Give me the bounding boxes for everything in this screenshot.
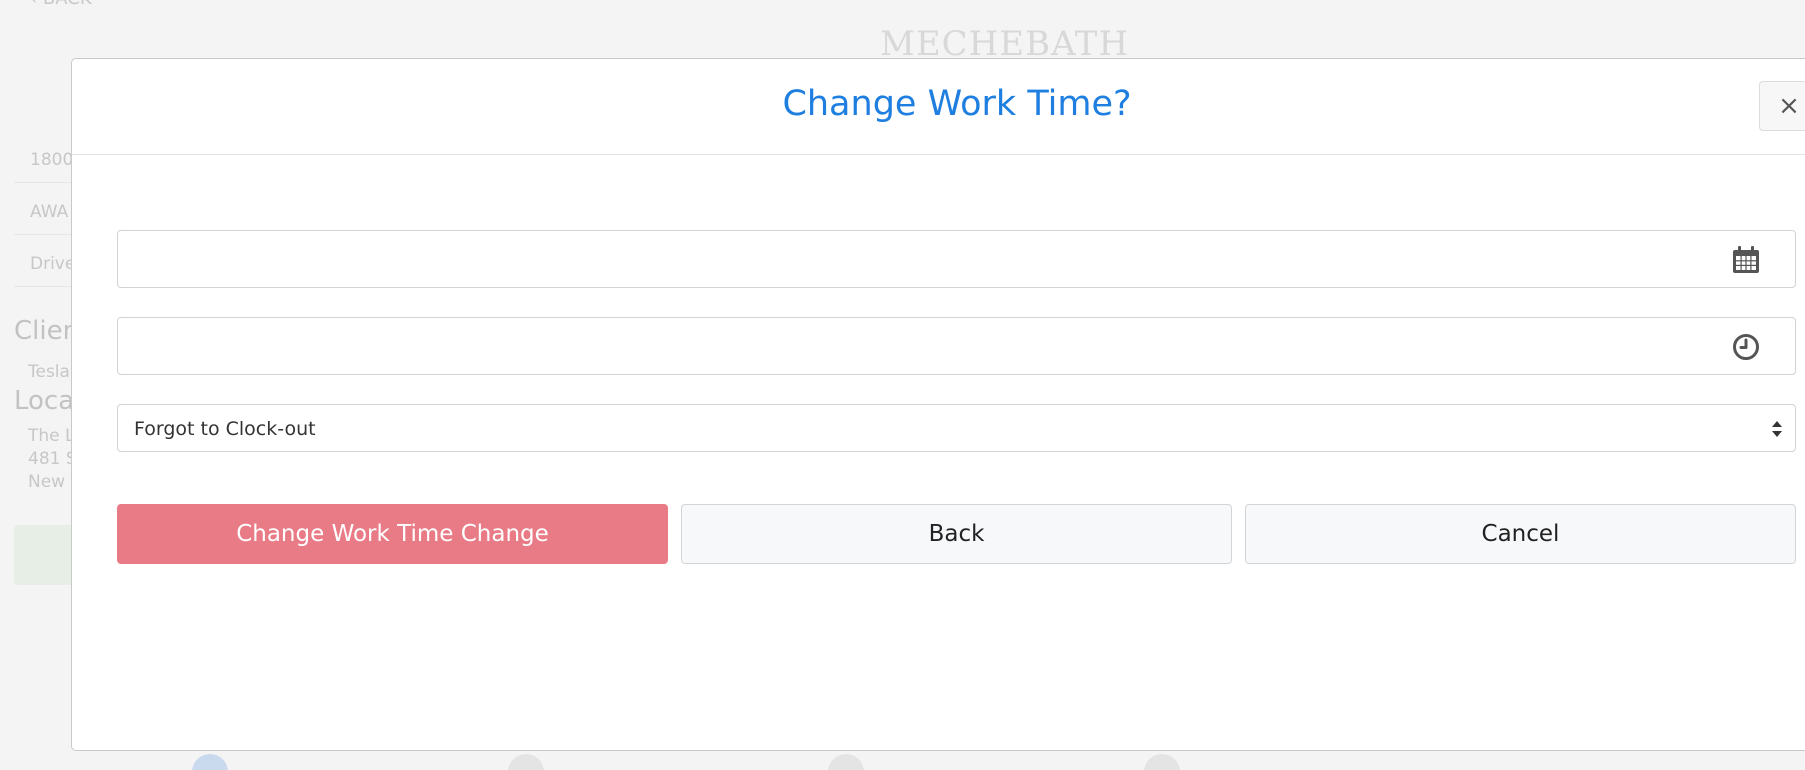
date-input[interactable] (118, 231, 1795, 287)
background-nav-icon (828, 754, 864, 770)
background-row-text: Drive (30, 254, 76, 274)
change-work-time-modal: Change Work Time? × Forgot to Clock-out … (71, 58, 1805, 751)
modal-title: Change Work Time? (782, 84, 1132, 124)
background-green-block (14, 525, 74, 585)
close-button[interactable]: × (1759, 81, 1805, 131)
background-nav-icon (192, 754, 228, 770)
background-row: Drive (14, 234, 76, 287)
reason-select[interactable]: Forgot to Clock-out (117, 404, 1796, 452)
background-back-link: ‹ BACK (30, 0, 92, 9)
time-field[interactable] (117, 317, 1796, 375)
background-location-line: New (28, 472, 66, 492)
cancel-button[interactable]: Cancel (1245, 504, 1796, 564)
background-row: AWA (14, 182, 74, 235)
background-nav-icon (508, 754, 544, 770)
reason-select-value: Forgot to Clock-out (134, 418, 316, 440)
background-row: 1800 (14, 130, 74, 183)
calendar-icon[interactable] (1731, 245, 1761, 275)
modal-header: Change Work Time? × (72, 59, 1805, 155)
background-client-value: Tesla (28, 362, 70, 382)
change-work-time-button[interactable]: Change Work Time Change (117, 504, 668, 564)
background-row-text: 1800 (30, 150, 74, 170)
time-input[interactable] (118, 318, 1795, 374)
background-location-line: 481 S (28, 449, 77, 469)
background-location-line: The L (28, 426, 75, 446)
back-button[interactable]: Back (681, 504, 1232, 564)
close-icon: × (1778, 91, 1800, 121)
clock-icon[interactable] (1731, 332, 1761, 362)
date-field[interactable] (117, 230, 1796, 288)
select-caret-icon (1772, 421, 1782, 437)
background-nav-icon (1144, 754, 1180, 770)
background-row-text: AWA (30, 202, 69, 222)
